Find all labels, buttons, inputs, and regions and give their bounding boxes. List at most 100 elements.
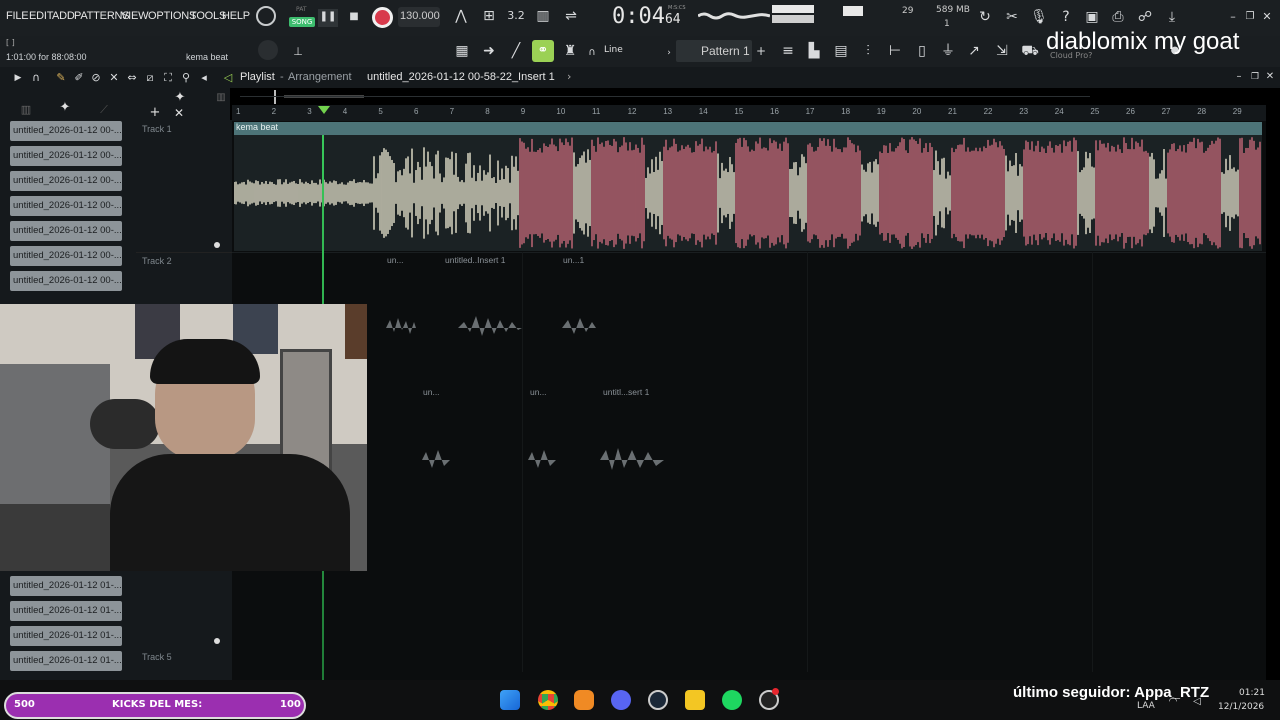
pause-icon[interactable]: ❚❚ — [318, 9, 338, 27]
pat-song-switch[interactable]: PAT SONG — [289, 6, 315, 30]
record-button[interactable] — [372, 7, 393, 28]
pattern-item[interactable]: untitled_2026-01-12 01-... — [10, 626, 122, 646]
wait-input-icon[interactable]: ⊞ — [478, 8, 500, 24]
pitch-knob[interactable] — [258, 40, 278, 60]
audio-clip[interactable] — [233, 135, 1262, 251]
playlist-icon[interactable]: ≡ — [778, 43, 798, 59]
pattern-item[interactable]: untitled_2026-01-12 01-... — [10, 651, 122, 671]
stats-icon[interactable]: ⇲ — [992, 43, 1012, 59]
paint-tool-icon[interactable]: ✐ — [72, 70, 86, 86]
countdown-icon[interactable]: 3.2 — [505, 8, 527, 24]
playlist-minimize-icon[interactable]: – — [1233, 69, 1245, 85]
picker-patterns-icon[interactable]: ▥ — [18, 102, 34, 118]
metronome-icon[interactable]: ⋀ — [451, 8, 471, 24]
track-1-label[interactable]: Track 1 — [142, 124, 172, 134]
stop-icon[interactable]: ■ — [344, 9, 364, 27]
play-arrow-icon[interactable]: ▶ — [12, 70, 24, 86]
clear-icon[interactable]: ✕ — [172, 105, 186, 121]
download-icon[interactable]: ⤓ — [1162, 9, 1182, 25]
menu-options[interactable]: OPTIONS — [148, 10, 196, 22]
menu-file[interactable]: FILE — [6, 10, 29, 22]
overview-scrollbar[interactable] — [240, 90, 1090, 104]
tray-date[interactable]: 12/1/2026 — [1218, 702, 1264, 712]
clip-header[interactable]: kema beat — [234, 122, 1262, 135]
playlist-close-icon[interactable]: ✕ — [1264, 69, 1276, 85]
microphone-icon[interactable]: 🎙 — [1029, 9, 1049, 25]
menu-tools[interactable]: TOOLS — [190, 10, 226, 22]
picker-automation-icon[interactable]: ⟋ — [96, 102, 112, 118]
master-volume-knob[interactable] — [256, 6, 276, 26]
menu-view[interactable]: VIEW — [121, 10, 149, 22]
arrow-right-icon[interactable]: ➜ — [479, 43, 499, 59]
pattern-item[interactable]: untitled_2026-01-12 00-... — [10, 221, 122, 241]
close-icon[interactable]: ✕ — [1260, 9, 1274, 25]
track-5-indicator[interactable] — [214, 638, 220, 644]
chevron-right-icon[interactable]: › — [664, 45, 674, 61]
zoom-tool-icon[interactable]: ⚲ — [179, 70, 193, 86]
file-icon[interactable]: ▯ — [912, 43, 932, 59]
magnet-icon[interactable]: ∩ — [586, 45, 598, 61]
fl-studio-icon[interactable] — [574, 690, 594, 710]
timeline-ruler[interactable]: 1 2 3 4 5 6 7 8 9 10 11 12 13 14 15 16 17 18 19 20 21 22 23 24 2… — [232, 105, 1266, 121]
piano-icon[interactable]: ▙ — [804, 43, 824, 59]
discord-icon[interactable] — [611, 690, 631, 710]
menu-help[interactable]: HELP — [222, 10, 250, 22]
tempo-display[interactable]: 130.000 — [398, 7, 440, 27]
volume-icon[interactable]: ◁ — [1190, 694, 1204, 710]
scissors-icon[interactable]: ✂ — [1002, 9, 1022, 25]
chrome-icon[interactable] — [538, 690, 558, 710]
plugin-icon[interactable]: ⏚ — [938, 43, 958, 59]
draw-tool-icon[interactable]: ✎ — [54, 70, 68, 86]
wifi-icon[interactable]: ◠ — [1166, 694, 1180, 710]
arrangement-arrow[interactable]: › — [567, 70, 571, 83]
magnet-tool-icon[interactable]: ∩ — [28, 70, 44, 86]
playback-tool-icon[interactable]: ◂ — [197, 70, 211, 86]
time-display[interactable]: 0:0464 M:S:CS — [612, 4, 686, 32]
chat-icon[interactable]: ☍ — [1135, 9, 1155, 25]
stamp-icon[interactable]: ♜ — [560, 43, 580, 59]
pattern-item[interactable]: untitled_2026-01-12 00-... — [10, 196, 122, 216]
tray-time[interactable]: 01:21 — [1239, 688, 1265, 698]
mini-clip-label[interactable]: un... — [387, 255, 404, 265]
piano-roll-icon[interactable]: ▦ — [451, 43, 473, 59]
pattern-item[interactable]: untitled_2026-01-12 01-... — [10, 576, 122, 596]
pattern-item[interactable]: untitled_2026-01-12 01-... — [10, 601, 122, 621]
track-height-icon[interactable]: ✦ — [172, 90, 188, 106]
mixer-icon[interactable]: ⫶ — [858, 43, 878, 59]
cart-icon[interactable]: ⛟ — [1020, 43, 1040, 59]
mini-clip-label[interactable]: un...1 — [563, 255, 584, 265]
browser-icon[interactable]: ⊢ — [885, 43, 905, 59]
arrangement-name[interactable]: untitled_2026-01-12 00-58-22_Insert 1 — [367, 71, 555, 83]
channel-rack-icon[interactable]: ▤ — [831, 43, 851, 59]
pattern-item[interactable]: untitled_2026-01-12 00-... — [10, 246, 122, 266]
menu-add[interactable]: ADD — [52, 10, 75, 22]
mute-tool-icon[interactable]: ✕ — [107, 70, 121, 86]
refresh-icon[interactable]: ↻ — [975, 9, 995, 25]
menu-edit[interactable]: EDIT — [29, 10, 53, 22]
link-icon[interactable]: ⚭ — [532, 40, 554, 62]
windows-start-icon[interactable] — [500, 690, 520, 710]
loop-record-icon[interactable]: ⇌ — [560, 8, 582, 24]
slip-tool-icon[interactable]: ⇔ — [125, 70, 139, 86]
track-5-label[interactable]: Track 5 — [142, 652, 172, 662]
render-icon[interactable]: ⎙ — [1108, 9, 1128, 25]
help-icon[interactable]: ? — [1056, 9, 1076, 25]
restore-icon[interactable]: ❐ — [1243, 9, 1257, 25]
track-2-label[interactable]: Track 2 — [142, 256, 172, 266]
spotify-icon[interactable] — [722, 690, 742, 710]
pencil-icon[interactable]: ╱ — [506, 43, 526, 59]
tempo-tap-icon[interactable]: ↗ — [964, 43, 984, 59]
delete-tool-icon[interactable]: ⊘ — [89, 70, 103, 86]
file-explorer-icon[interactable] — [685, 690, 705, 710]
track-1-indicator[interactable] — [214, 242, 220, 248]
playlist-restore-icon[interactable]: ❐ — [1249, 69, 1261, 85]
add-pattern-icon[interactable]: + — [755, 43, 767, 59]
snap-select[interactable]: Line — [604, 45, 623, 55]
slice-tool-icon[interactable]: ⧄ — [143, 70, 157, 86]
steam-icon[interactable] — [648, 690, 668, 710]
pattern-selector[interactable]: Pattern 1 — [676, 40, 752, 62]
step-edit-icon[interactable]: ▥ — [533, 8, 553, 24]
save-icon[interactable]: ▣ — [1082, 9, 1102, 25]
select-tool-icon[interactable]: ⛶ — [161, 70, 175, 86]
pattern-item[interactable]: untitled_2026-01-12 00-... — [10, 121, 122, 141]
